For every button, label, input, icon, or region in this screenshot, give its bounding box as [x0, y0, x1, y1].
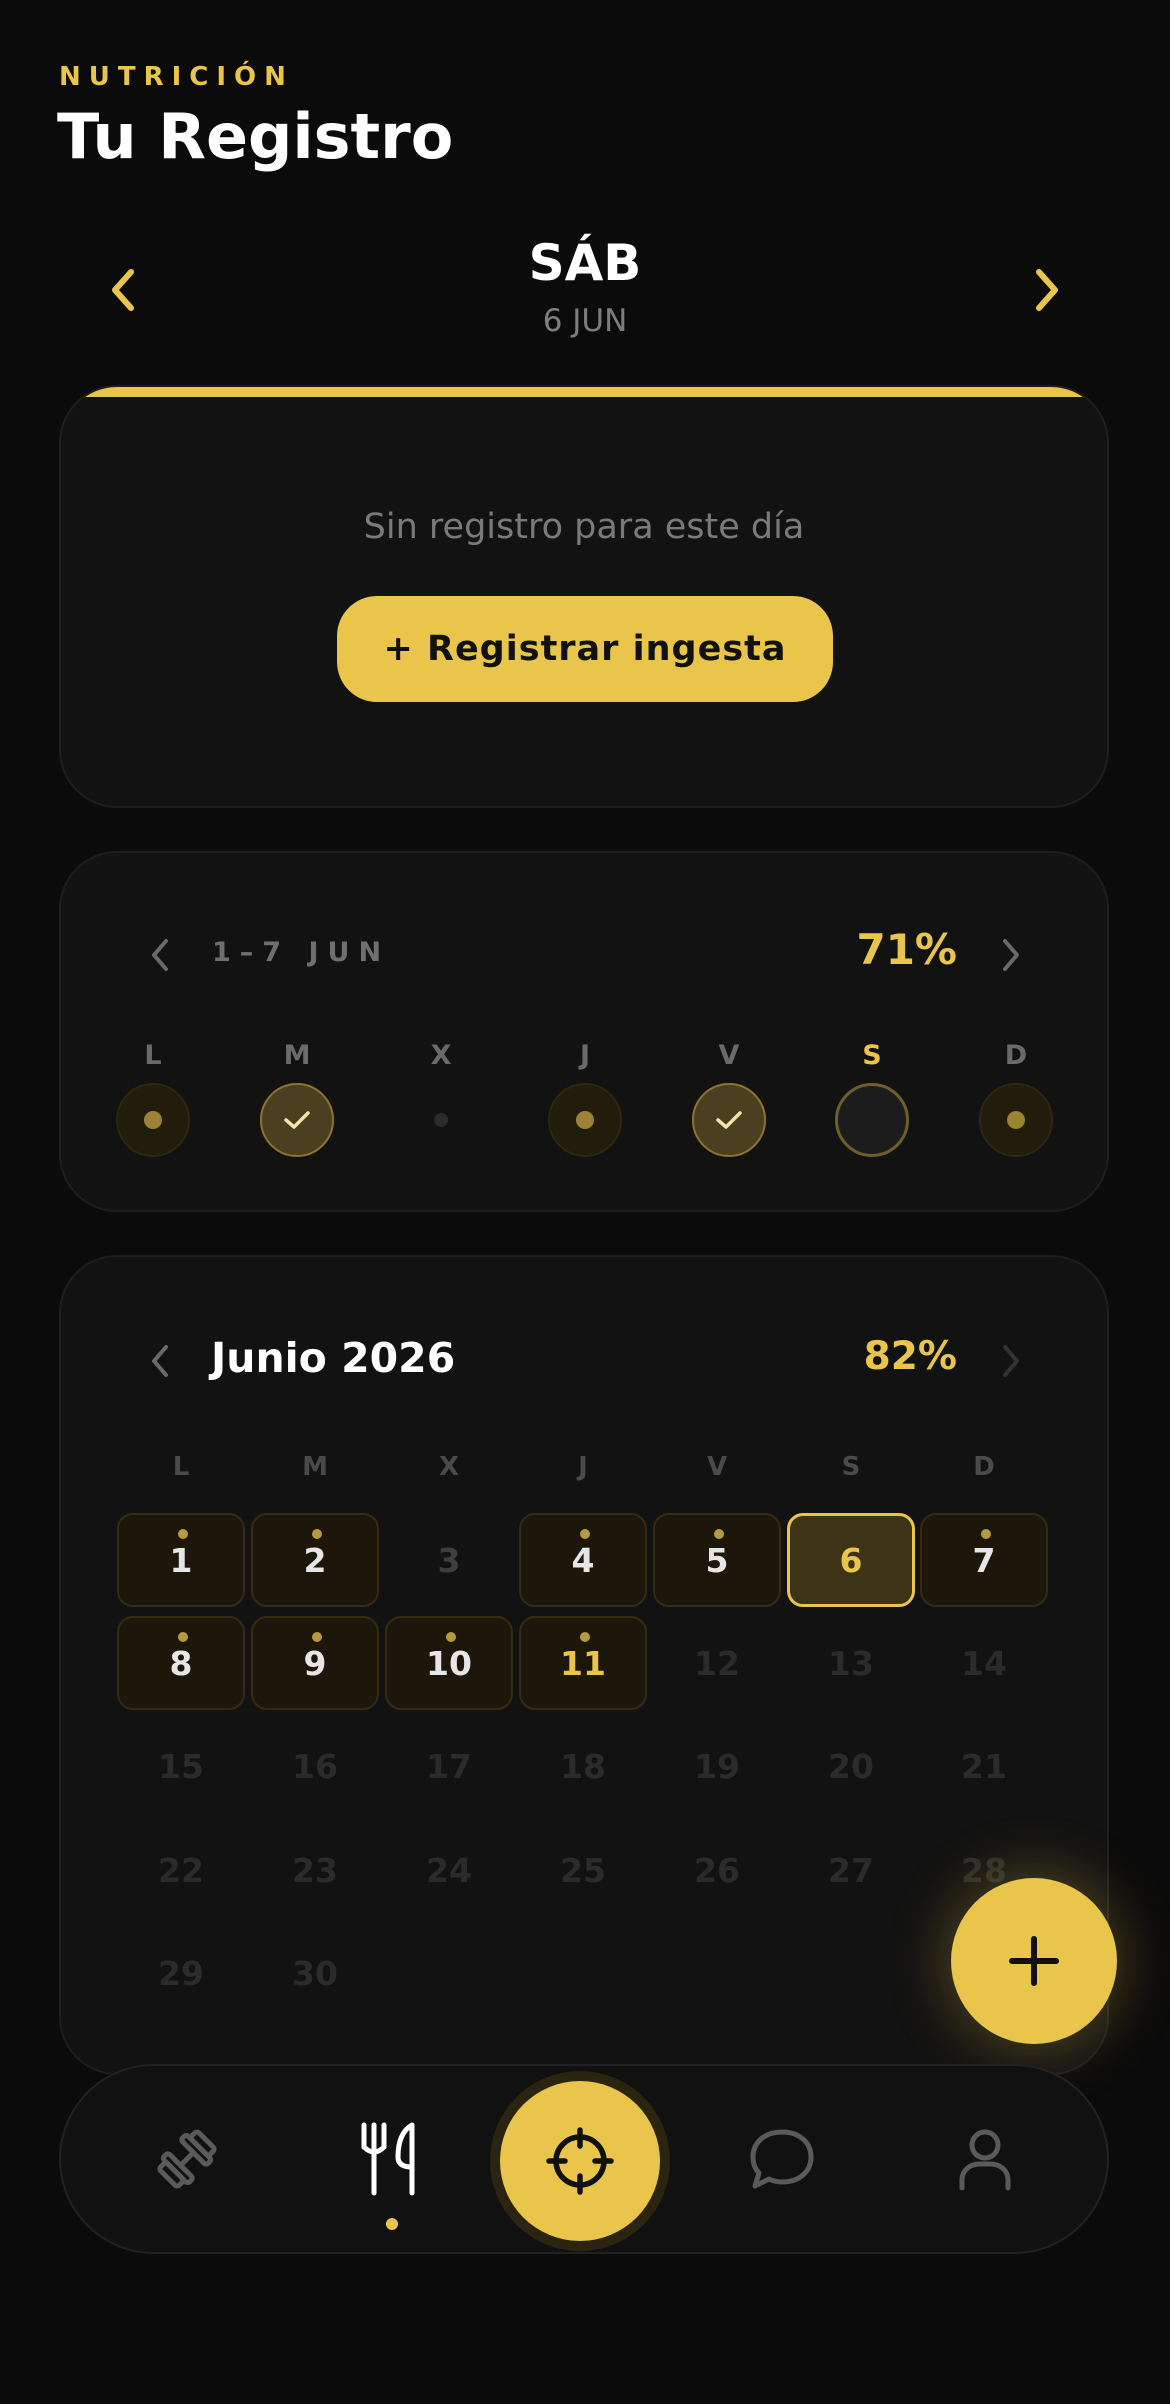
calendar-day[interactable]: 25: [519, 1823, 647, 1917]
fork-knife-icon: [361, 2122, 415, 2196]
calendar-day[interactable]: 24: [385, 1823, 513, 1917]
week-day-label: V: [718, 1040, 740, 1071]
crosshair-icon: [546, 2127, 614, 2195]
status-dot-icon: [1007, 1111, 1025, 1129]
month-percent: 82%: [863, 1334, 957, 1379]
calendar-day[interactable]: 8: [117, 1616, 245, 1710]
calendar-day[interactable]: 15: [117, 1719, 245, 1813]
week-day-status[interactable]: [692, 1083, 766, 1157]
week-summary-card: 1–7 JUN 71% L M X J V S D: [59, 851, 1109, 1212]
tab-chat[interactable]: [732, 2109, 832, 2209]
calendar-day[interactable]: 4: [519, 1513, 647, 1607]
calendar-day[interactable]: 26: [653, 1823, 781, 1917]
tab-goals[interactable]: [490, 2071, 670, 2251]
calendar-day[interactable]: 10: [385, 1616, 513, 1710]
day-date: 6 JUN: [542, 303, 628, 339]
calendar-weekday-header: L: [172, 1452, 190, 1482]
week-range: 1–7 JUN: [212, 937, 391, 968]
chevron-right-icon: [1036, 269, 1058, 311]
next-day-button[interactable]: [1017, 260, 1077, 320]
calendar-day[interactable]: 27: [787, 1823, 915, 1917]
week-day-status[interactable]: [116, 1083, 190, 1157]
status-dot-icon: [144, 1111, 162, 1129]
calendar-day[interactable]: 17: [385, 1719, 513, 1813]
calendar-day[interactable]: 13: [787, 1616, 915, 1710]
calendar-day[interactable]: 3: [385, 1513, 513, 1607]
goals-button-core: [500, 2081, 660, 2241]
status-dot-icon: [576, 1111, 594, 1129]
empty-state-message: Sin registro para este día: [363, 507, 805, 547]
calendar-day[interactable]: 23: [251, 1823, 379, 1917]
next-month-button[interactable]: [989, 1339, 1033, 1383]
calendar-day[interactable]: 22: [117, 1823, 245, 1917]
previous-month-button[interactable]: [138, 1339, 182, 1383]
week-day-status[interactable]: [979, 1083, 1053, 1157]
calendar-day[interactable]: 7: [920, 1513, 1048, 1607]
week-day-status[interactable]: [260, 1083, 334, 1157]
checkmark-icon: [716, 1111, 742, 1129]
bottom-tab-bar: [59, 2064, 1109, 2254]
calendar-day[interactable]: 20: [787, 1719, 915, 1813]
week-day-status[interactable]: [548, 1083, 622, 1157]
checkmark-icon: [284, 1111, 310, 1129]
calendar-weekday-header: V: [706, 1452, 728, 1482]
day-log-card: Sin registro para este día + Registrar i…: [59, 385, 1109, 808]
calendar-weekday-header: D: [973, 1452, 995, 1482]
week-day-label: J: [579, 1040, 591, 1071]
day-navigator: SÁB 6 JUN: [0, 230, 1170, 340]
calendar-day[interactable]: 18: [519, 1719, 647, 1813]
calendar-day[interactable]: 5: [653, 1513, 781, 1607]
tab-workouts[interactable]: [137, 2109, 237, 2209]
calendar-day[interactable]: 9: [251, 1616, 379, 1710]
calendar-day[interactable]: 16: [251, 1719, 379, 1813]
week-day-label: M: [283, 1040, 311, 1071]
page-title: Tu Registro: [57, 100, 454, 173]
add-entry-fab[interactable]: [951, 1878, 1117, 2044]
calendar-day[interactable]: 2: [251, 1513, 379, 1607]
plus-icon: [1009, 1936, 1059, 1986]
week-day-status[interactable]: [835, 1083, 909, 1157]
chevron-right-icon: [1003, 939, 1019, 971]
dumbbell-icon: [157, 2129, 217, 2189]
calendar-day[interactable]: 14: [920, 1616, 1048, 1710]
calendar-day[interactable]: 12: [653, 1616, 781, 1710]
page-overline: NUTRICIÓN: [59, 62, 294, 92]
register-intake-button[interactable]: + Registrar ingesta: [337, 596, 833, 702]
next-week-button[interactable]: [989, 933, 1033, 977]
chevron-left-icon: [152, 939, 168, 971]
week-day-status[interactable]: [404, 1083, 478, 1157]
tab-profile[interactable]: [935, 2109, 1035, 2209]
calendar-weekday-header: M: [302, 1452, 328, 1482]
chevron-right-icon: [1003, 1345, 1019, 1377]
active-tab-indicator: [386, 2218, 398, 2230]
user-icon: [959, 2129, 1011, 2191]
month-title: Junio 2026: [211, 1334, 456, 1382]
week-day-label: L: [144, 1040, 162, 1071]
previous-week-button[interactable]: [138, 933, 182, 977]
calendar-day[interactable]: 6: [787, 1513, 915, 1607]
chat-bubble-icon: [750, 2129, 814, 2189]
calendar-day[interactable]: 1: [117, 1513, 245, 1607]
week-percent: 71%: [856, 925, 957, 974]
week-day-label: D: [1004, 1040, 1028, 1071]
status-dot-icon: [434, 1113, 448, 1127]
calendar-day[interactable]: 21: [920, 1719, 1048, 1813]
calendar-day[interactable]: 19: [653, 1719, 781, 1813]
tab-nutrition[interactable]: [339, 2109, 439, 2209]
week-day-label: X: [430, 1040, 452, 1071]
week-day-label: S: [862, 1040, 882, 1071]
calendar-day[interactable]: 29: [117, 1926, 245, 2020]
chevron-left-icon: [152, 1345, 168, 1377]
calendar-day[interactable]: 11: [519, 1616, 647, 1710]
card-accent-bar: [61, 387, 1107, 397]
calendar-weekday-header: J: [578, 1452, 588, 1482]
calendar-day[interactable]: 30: [251, 1926, 379, 2020]
calendar-weekday-header: S: [841, 1452, 861, 1482]
calendar-weekday-header: X: [438, 1452, 460, 1482]
day-name: SÁB: [528, 234, 642, 292]
